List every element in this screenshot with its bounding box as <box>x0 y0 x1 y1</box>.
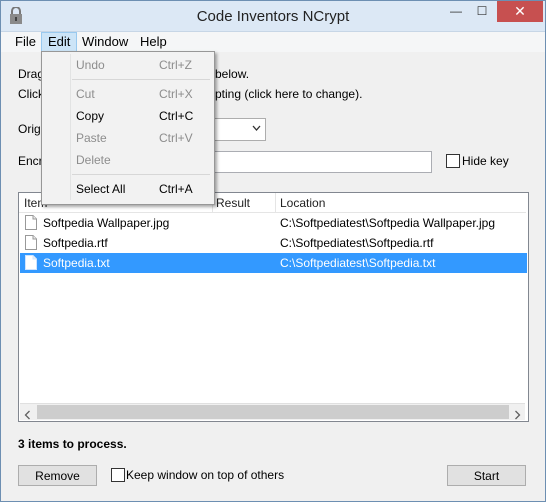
menu-item-paste[interactable]: Paste Ctrl+V <box>42 127 212 148</box>
original-combo[interactable] <box>206 118 266 141</box>
remove-button[interactable]: Remove <box>18 465 97 486</box>
item-location: C:\Softpediatest\Softpedia Wallpaper.jpg <box>280 216 496 230</box>
title-bar[interactable]: Code Inventors NCrypt — ☐ ✕ <box>1 1 545 32</box>
menu-item-undo[interactable]: Undo Ctrl+Z <box>42 54 212 75</box>
menu-item-label: Undo <box>76 58 105 72</box>
menu-item-shortcut: Ctrl+V <box>159 131 193 145</box>
file-icon <box>25 215 37 230</box>
scrollbar-thumb[interactable] <box>37 405 509 419</box>
menu-item-cut[interactable]: Cut Ctrl+X <box>42 83 212 104</box>
menu-item-shortcut: Ctrl+Z <box>159 58 192 72</box>
chevron-down-icon <box>252 125 261 131</box>
file-icon <box>25 255 37 270</box>
menu-separator <box>72 174 210 175</box>
file-icon <box>25 235 37 250</box>
menu-item-shortcut: Ctrl+A <box>159 182 193 196</box>
scroll-left-icon[interactable] <box>20 407 36 423</box>
menu-item-shortcut: Ctrl+X <box>159 87 193 101</box>
menu-separator <box>72 79 210 80</box>
menu-item-label: Paste <box>76 131 107 145</box>
item-name: Softpedia.rtf <box>43 236 108 250</box>
start-button[interactable]: Start <box>447 465 526 486</box>
menu-edit[interactable]: Edit <box>41 32 78 52</box>
item-name: Softpedia Wallpaper.jpg <box>43 216 170 230</box>
menu-item-copy[interactable]: Copy Ctrl+C <box>42 105 212 126</box>
encryption-key-input[interactable] <box>206 151 432 173</box>
column-result[interactable]: Result <box>216 196 250 210</box>
change-mode-link[interactable]: pting (click here to change). <box>215 87 362 101</box>
menu-item-select-all[interactable]: Select All Ctrl+A <box>42 178 212 199</box>
minimize-button[interactable]: — <box>443 1 469 22</box>
items-list[interactable]: Item Result Location Softpedia Wallpaper… <box>18 192 529 422</box>
hide-key-checkbox[interactable] <box>446 154 460 168</box>
edit-menu-dropdown: Undo Ctrl+Z Cut Ctrl+X Copy Ctrl+C Paste… <box>41 51 215 205</box>
encryption-key-label: Encr <box>18 154 43 168</box>
item-location: C:\Softpediatest\Softpedia.rtf <box>280 236 434 250</box>
maximize-button[interactable]: ☐ <box>469 1 495 22</box>
menu-window[interactable]: Window <box>76 33 134 51</box>
horizontal-scrollbar[interactable] <box>20 403 525 420</box>
list-item-selected[interactable]: Softpedia.txt C:\Softpediatest\Softpedia… <box>20 253 527 273</box>
menu-file[interactable]: File <box>9 33 42 51</box>
app-window: Code Inventors NCrypt — ☐ ✕ File Edit Wi… <box>0 0 546 502</box>
column-divider[interactable] <box>275 193 276 212</box>
items-count-status: 3 items to process. <box>18 437 127 451</box>
hide-key-label: Hide key <box>462 154 509 168</box>
menu-help[interactable]: Help <box>134 33 173 51</box>
menu-item-shortcut: Ctrl+C <box>159 109 194 123</box>
menu-item-delete[interactable]: Delete <box>42 149 212 170</box>
close-button[interactable]: ✕ <box>497 1 543 22</box>
menu-item-label: Select All <box>76 182 126 196</box>
list-item[interactable]: Softpedia.rtf C:\Softpediatest\Softpedia… <box>20 233 527 253</box>
list-item[interactable]: Softpedia Wallpaper.jpg C:\Softpediatest… <box>20 213 527 233</box>
menu-bar: File Edit Window Help <box>1 32 545 52</box>
drag-instruction-end: below. <box>215 67 250 81</box>
scroll-right-icon[interactable] <box>509 407 525 423</box>
original-label: Orig <box>18 122 41 136</box>
keep-on-top-label: Keep window on top of others <box>126 468 285 482</box>
item-location: C:\Softpediatest\Softpedia.txt <box>280 256 436 270</box>
keep-on-top-checkbox[interactable] <box>111 468 125 482</box>
menu-item-label: Delete <box>76 153 111 167</box>
menu-item-label: Copy <box>76 109 105 123</box>
menu-item-label: Cut <box>76 87 95 101</box>
column-location[interactable]: Location <box>280 196 325 210</box>
item-name: Softpedia.txt <box>43 256 110 270</box>
